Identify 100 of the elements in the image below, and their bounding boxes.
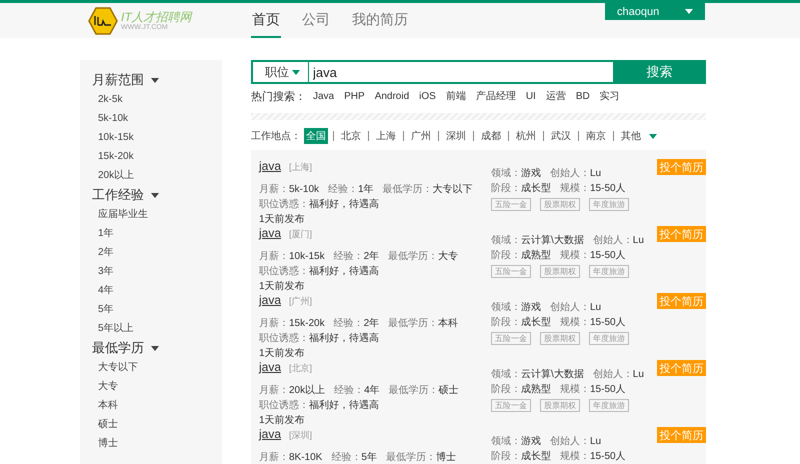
hot-search-label: 热门搜索：	[251, 90, 306, 104]
job-city: [深圳]	[289, 429, 312, 442]
post-time: 1天前发布	[259, 414, 306, 428]
filter-option[interactable]: 5k-10k	[80, 109, 222, 128]
filter-option[interactable]: 博士	[80, 434, 222, 453]
benefit-tag: 五险一金	[491, 265, 531, 278]
nav-tab[interactable]: 公司	[301, 3, 331, 38]
benefit-tag: 五险一金	[491, 198, 531, 211]
filter-option[interactable]: 2k-5k	[80, 90, 222, 109]
hot-search-link[interactable]: Android	[374, 90, 410, 102]
job-title-link[interactable]: java	[259, 360, 282, 374]
job-city: [上海]	[289, 161, 312, 174]
benefit-tag: 五险一金	[491, 399, 531, 412]
filter-heading[interactable]: 工作经验	[92, 186, 144, 204]
benefit-tag: 年度旅游	[589, 265, 629, 278]
filter-heading[interactable]: 月薪范围	[92, 71, 144, 89]
benefit-tag: 股票期权	[540, 198, 580, 211]
benefit-tag: 年度旅游	[589, 198, 629, 211]
hot-search-link[interactable]: 产品经理	[476, 89, 516, 103]
location-link[interactable]: 杭州	[514, 128, 538, 144]
job-details: 月薪：20k以上 经验：4年 最低学历：硕士	[259, 384, 460, 398]
caret-icon	[151, 78, 159, 82]
caret-icon	[649, 134, 657, 138]
filter-option[interactable]: 大专以下	[80, 358, 222, 377]
hot-search-link[interactable]: iOS	[419, 90, 436, 102]
hot-search-link[interactable]: BD	[576, 90, 590, 102]
location-link[interactable]: 上海	[374, 128, 398, 144]
location-link[interactable]: 北京	[339, 128, 363, 144]
filter-option[interactable]: 硕士	[80, 415, 222, 434]
post-time: 1天前发布	[259, 280, 306, 294]
filter-option[interactable]: 20k以上	[80, 166, 222, 185]
filter-option[interactable]: 10k-15k	[80, 128, 222, 147]
location-link[interactable]: 广州	[409, 128, 433, 144]
location-link[interactable]: 南京	[584, 128, 608, 144]
job-title-link[interactable]: java	[259, 427, 282, 441]
job-details: 月薪：15k-20k 经验：2年 最低学历：本科	[259, 316, 460, 331]
filter-option[interactable]: 5年以上	[80, 319, 222, 338]
hot-search-link[interactable]: 运营	[546, 89, 566, 103]
filter-option[interactable]: 2年	[80, 243, 222, 262]
job-city: [厦门]	[289, 228, 312, 241]
job-title-link[interactable]: java	[259, 226, 282, 240]
job-perks: 职位诱惑：福利好，待遇高	[259, 264, 380, 279]
company-info: 领域：游戏 创始人：Lu	[491, 434, 602, 449]
hot-search-link[interactable]: PHP	[344, 90, 365, 102]
filter-option[interactable]: 5年	[80, 300, 222, 319]
job-perks: 职位诱惑：福利好，待遇高	[259, 332, 380, 346]
company-info: 阶段：成熟型 规模：15-50人	[491, 248, 627, 263]
hot-search-link[interactable]: Java	[313, 90, 334, 102]
job-perks: 职位诱惑：福利好，待遇高	[259, 198, 380, 212]
location-label: 工作地点：	[251, 130, 301, 143]
filter-heading[interactable]: 最低学历	[92, 339, 144, 357]
location-link[interactable]: 全国	[304, 128, 328, 144]
logo-text: IT人才招聘网	[121, 10, 192, 22]
company-info: 领域：游戏 创始人：Lu	[491, 300, 602, 315]
caret-icon	[151, 346, 159, 350]
caret-icon	[151, 192, 159, 198]
category-dropdown[interactable]: 职位	[251, 60, 309, 84]
company-info: 阶段：成长型 规模：15-50人	[491, 182, 627, 196]
benefit-tag: 五险一金	[491, 332, 531, 345]
company-info: 领域：云计算\大数据 创始人：Lu	[491, 234, 645, 248]
job-details: 月薪：10k-15k 经验：2年 最低学历：大专	[259, 250, 460, 264]
benefit-tag: 股票期权	[540, 265, 580, 278]
filter-option[interactable]: 本科	[80, 396, 222, 415]
post-time: 1天前发布	[259, 347, 306, 361]
location-link[interactable]: 深圳	[444, 128, 468, 144]
nav-tab[interactable]: 我的简历	[351, 3, 409, 38]
location-link[interactable]: 成都	[479, 128, 503, 144]
company-info: 阶段：成长型 规模：15-50人	[491, 450, 627, 464]
job-title-link[interactable]: java	[259, 159, 282, 173]
job-title-link[interactable]: java	[259, 293, 282, 307]
post-time: 1天前发布	[259, 213, 306, 227]
company-info: 阶段：成长型 规模：15-50人	[491, 316, 627, 330]
filter-option[interactable]: 大专	[80, 377, 222, 396]
job-details: 月薪：8K-10K 经验：5年 最低学历：博士	[259, 450, 457, 464]
location-link[interactable]: 其他	[619, 128, 643, 144]
caret-icon	[685, 9, 693, 14]
filter-option[interactable]: 3年	[80, 262, 222, 281]
hot-search-link[interactable]: 前端	[446, 89, 466, 103]
search-field[interactable]: java	[309, 60, 613, 84]
filter-option[interactable]: 15k-20k	[80, 147, 222, 166]
filter-option[interactable]: 1年	[80, 224, 222, 243]
company-info: 领域：游戏 创始人：Lu	[491, 166, 602, 181]
benefit-tag: 股票期权	[540, 332, 580, 345]
filter-option[interactable]: 4年	[80, 281, 222, 300]
job-perks: 职位诱惑：福利好，待遇高	[259, 398, 380, 413]
benefit-tag: 股票期权	[540, 399, 580, 412]
hot-search-link[interactable]: UI	[526, 90, 536, 102]
user-menu[interactable]: chaoqun	[605, 3, 705, 20]
search-button[interactable]: 搜索	[613, 60, 706, 84]
company-info: 阶段：成熟型 规模：15-50人	[491, 382, 627, 397]
company-info: 领域：云计算\大数据 创始人：Lu	[491, 368, 645, 382]
benefit-tag: 年度旅游	[589, 399, 629, 412]
job-city: [北京]	[289, 362, 312, 375]
location-link[interactable]: 武汉	[549, 128, 573, 144]
caret-icon	[292, 70, 300, 74]
benefit-tag: 年度旅游	[589, 332, 629, 345]
nav-tab[interactable]: 首页	[251, 3, 281, 38]
logo-icon	[88, 6, 118, 34]
filter-option[interactable]: 应届毕业生	[80, 205, 222, 224]
hot-search-link[interactable]: 实习	[600, 89, 620, 103]
